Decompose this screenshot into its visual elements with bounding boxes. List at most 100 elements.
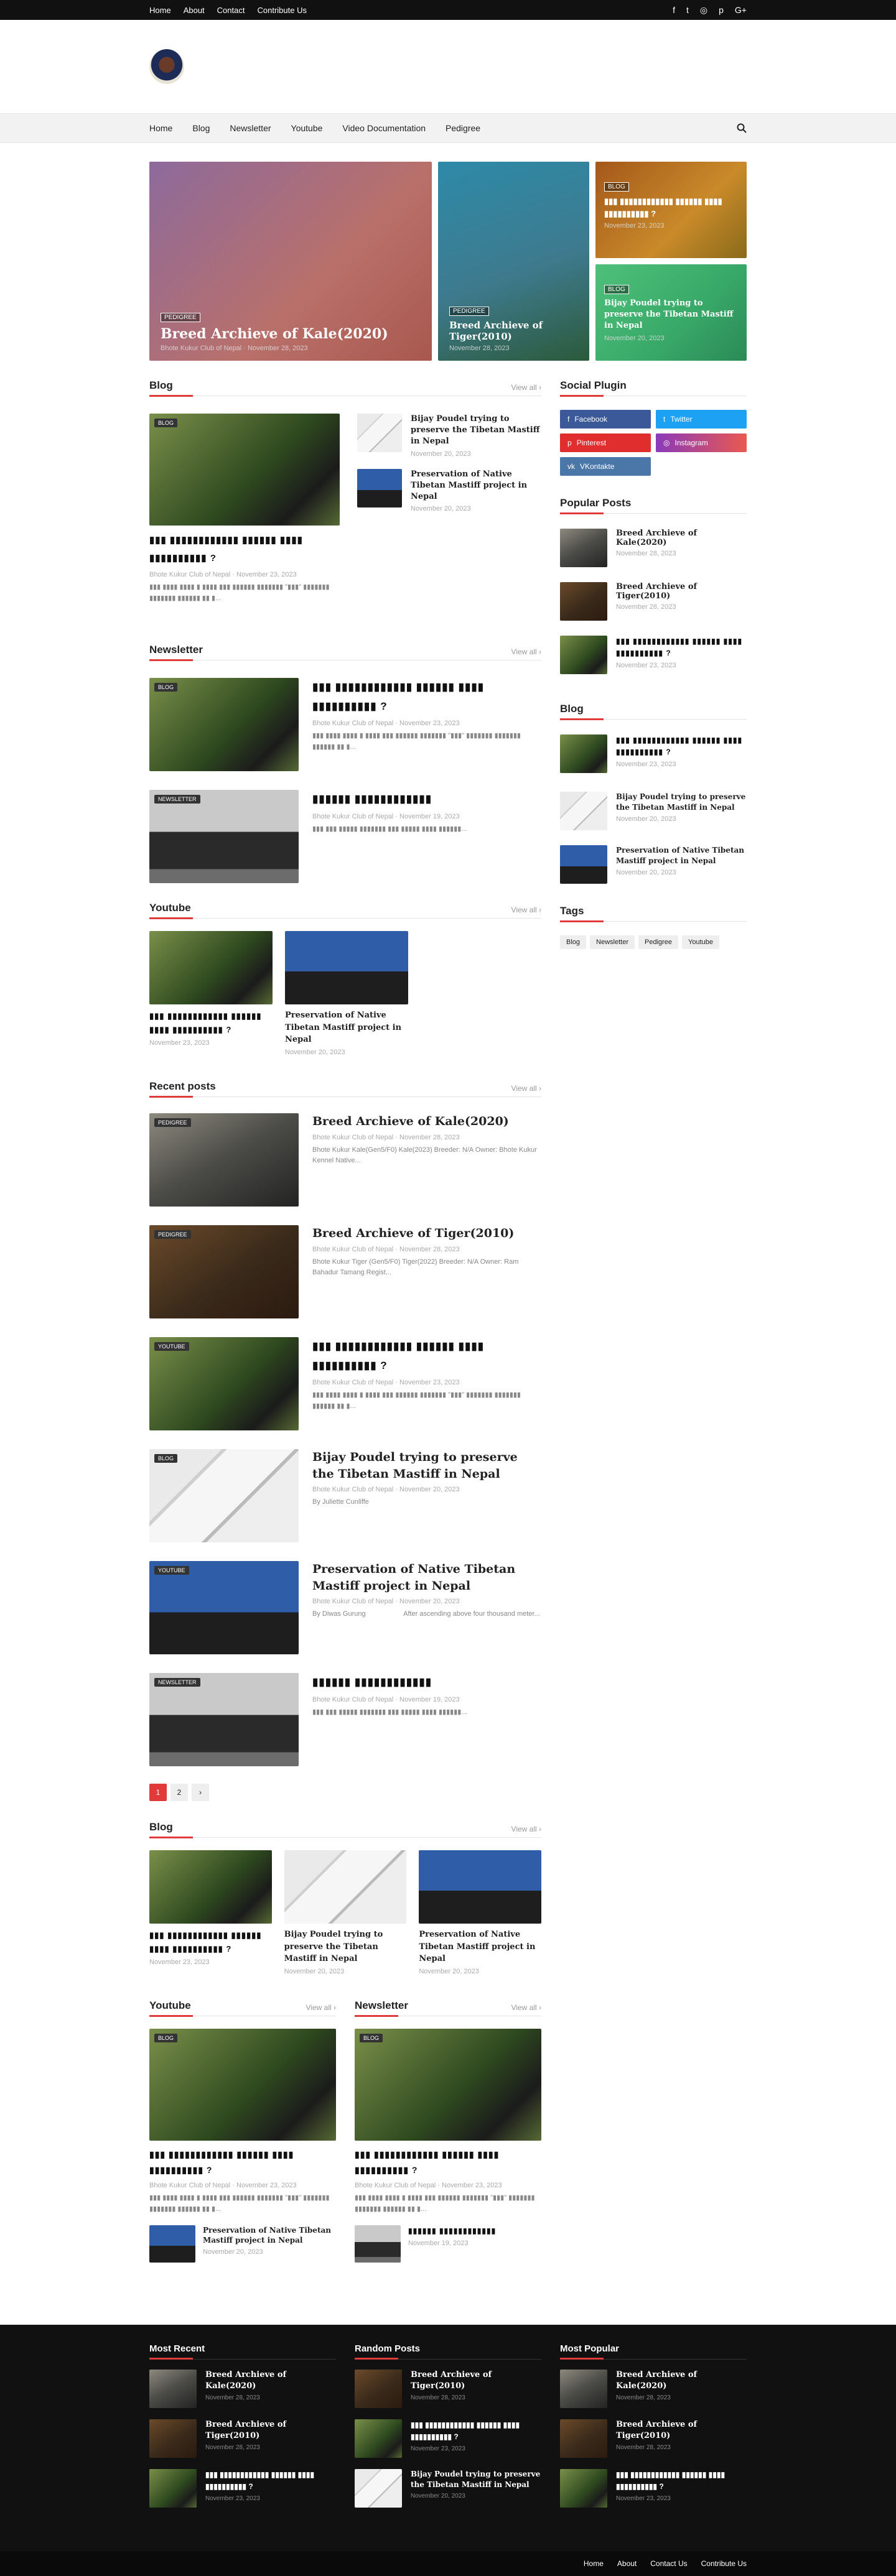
post-title[interactable]: ▮▮▮ ▮▮▮▮▮▮▮▮▮▮▮▮ ▮▮▮▮▮▮ ▮▮▮▮ ▮▮▮▮▮▮▮▮▮▮ … (149, 532, 340, 567)
featured-post-1[interactable]: PEDIGREE Breed Archieve of Kale(2020) Bh… (149, 162, 432, 361)
small-post[interactable]: Preservation of Native Tibetan Mastiff p… (149, 2225, 336, 2263)
nav-newsletter[interactable]: Newsletter (230, 123, 271, 133)
list-item[interactable]: PEDIGREE Breed Archieve of Tiger(2010) Bh… (149, 1225, 541, 1318)
list-item[interactable]: ▮▮▮ ▮▮▮▮▮▮▮▮▮▮▮▮ ▮▮▮▮▮▮ ▮▮▮▮ ▮▮▮▮▮▮▮▮▮▮ … (355, 2419, 541, 2458)
list-item[interactable]: BLOG Bijay Poudel trying to preserve the… (149, 1449, 541, 1542)
post-thumbnail[interactable] (560, 2419, 607, 2458)
list-item[interactable]: YOUTUBE Preservation of Native Tibetan M… (149, 1561, 541, 1654)
post-title[interactable]: ▮▮▮ ▮▮▮▮▮▮▮▮▮▮▮▮ ▮▮▮▮▮▮ ▮▮▮▮ ▮▮▮▮▮▮▮▮▮▮ … (149, 1929, 272, 1956)
post-thumbnail[interactable]: YOUTUBE (149, 1561, 299, 1654)
post-title[interactable]: Preservation of Native Tibetan Mastiff p… (419, 1929, 541, 1965)
post-title[interactable]: Breed Archieve of Kale(2020) (616, 2370, 747, 2392)
grid-item[interactable]: Preservation of Native Tibetan Mastiff p… (419, 1850, 542, 1999)
post-title[interactable]: ▮▮▮▮▮▮ ▮▮▮▮▮▮▮▮▮▮▮▮ (312, 790, 467, 809)
post-thumbnail[interactable]: BLOG (149, 414, 340, 526)
post-thumbnail[interactable] (149, 2225, 195, 2263)
post-thumbnail[interactable] (285, 931, 408, 1004)
post-title[interactable]: Breed Archieve of Tiger(2010) (205, 2419, 336, 2442)
post-title[interactable]: ▮▮▮ ▮▮▮▮▮▮▮▮▮▮▮▮ ▮▮▮▮▮▮ ▮▮▮▮ ▮▮▮▮▮▮▮▮▮▮ … (149, 1009, 273, 1037)
list-item[interactable]: BLOG ▮▮▮ ▮▮▮▮▮▮▮▮▮▮▮▮ ▮▮▮▮▮▮ ▮▮▮▮ ▮▮▮▮▮▮… (149, 678, 541, 771)
post-title[interactable]: ▮▮▮ ▮▮▮▮▮▮▮▮▮▮▮▮ ▮▮▮▮▮▮ ▮▮▮▮ ▮▮▮▮▮▮▮▮▮▮ … (616, 2469, 747, 2493)
view-all-link[interactable]: View all › (511, 2003, 541, 2012)
blog-side-post[interactable]: Preservation of Native Tibetan Mastiff p… (357, 468, 541, 512)
post-thumbnail[interactable] (149, 2469, 197, 2508)
post-thumbnail[interactable] (355, 2225, 401, 2263)
footer-link-contact[interactable]: Contact Us (650, 2559, 687, 2568)
post-title[interactable]: Breed Archieve of Tiger(2010) (616, 2419, 747, 2442)
list-item[interactable]: Breed Archieve of Tiger(2010) November 28… (560, 582, 747, 624)
pinterest-icon[interactable]: p (719, 5, 724, 16)
post-thumbnail[interactable]: PEDIGREE (149, 1225, 299, 1318)
nav-home[interactable]: Home (149, 123, 172, 133)
twitter-icon[interactable]: t (686, 5, 689, 16)
post-thumbnail[interactable]: BLOG (149, 678, 299, 771)
post-thumbnail[interactable] (149, 1850, 272, 1924)
grid-item[interactable]: Bijay Poudel trying to preserve the Tibe… (284, 1850, 407, 1999)
top-link-contribute[interactable]: Contribute Us (257, 6, 306, 15)
post-title[interactable]: ▮▮▮ ▮▮▮▮▮▮▮▮▮▮▮▮ ▮▮▮▮▮▮ ▮▮▮▮ ▮▮▮▮▮▮▮▮▮▮ … (616, 734, 747, 758)
footer-link-home[interactable]: Home (584, 2559, 604, 2568)
grid-item[interactable]: ▮▮▮ ▮▮▮▮▮▮▮▮▮▮▮▮ ▮▮▮▮▮▮ ▮▮▮▮ ▮▮▮▮▮▮▮▮▮▮ … (149, 931, 273, 1080)
post-title[interactable]: Bijay Poudel trying to preserve the Tibe… (411, 414, 541, 448)
post-title[interactable]: Breed Archieve of Kale(2020) (205, 2370, 336, 2392)
list-item[interactable]: Breed Archieve of Kale(2020) November 28,… (149, 2370, 336, 2408)
post-thumbnail[interactable] (357, 414, 402, 452)
view-all-link[interactable]: View all › (511, 906, 541, 914)
post-title[interactable]: Breed Archieve of Tiger(2010) (616, 582, 747, 601)
post-title[interactable]: Bijay Poudel trying to preserve the Tibe… (312, 1449, 541, 1482)
post-title[interactable]: Preservation of Native Tibetan Mastiff p… (203, 2225, 336, 2246)
post-title[interactable]: ▮▮▮ ▮▮▮▮▮▮▮▮▮▮▮▮ ▮▮▮▮▮▮ ▮▮▮▮ ▮▮▮▮▮▮▮▮▮▮ … (205, 2469, 336, 2493)
nav-youtube[interactable]: Youtube (291, 123, 323, 133)
next-page-button[interactable]: › (192, 1784, 209, 1801)
post-title[interactable]: ▮▮▮ ▮▮▮▮▮▮▮▮▮▮▮▮ ▮▮▮▮▮▮ ▮▮▮▮ ▮▮▮▮▮▮▮▮▮▮ … (411, 2419, 541, 2443)
list-item[interactable]: Breed Archieve of Tiger(2010) November 28… (560, 2419, 747, 2458)
post-title[interactable]: Breed Archieve of Tiger(2010) (411, 2370, 541, 2392)
featured-post-2[interactable]: PEDIGREE Breed Archieve of Tiger(2010) N… (438, 162, 589, 361)
post-title[interactable]: Bijay Poudel trying to preserve the Tibe… (616, 792, 747, 813)
post-thumbnail[interactable]: NEWSLETTER (149, 790, 299, 883)
post-thumbnail[interactable]: NEWSLETTER (149, 1673, 299, 1766)
footer-link-contribute[interactable]: Contribute Us (701, 2559, 747, 2568)
featured-title[interactable]: Breed Archieve of Tiger(2010) (449, 320, 579, 342)
tag-blog[interactable]: Blog (560, 935, 587, 949)
list-item[interactable]: Breed Archieve of Kale(2020) November 28,… (560, 2370, 747, 2408)
page-1[interactable]: 1 (149, 1784, 167, 1801)
post-title[interactable]: ▮▮▮▮▮▮ ▮▮▮▮▮▮▮▮▮▮▮▮ (312, 1673, 467, 1692)
post-thumbnail[interactable] (560, 845, 607, 884)
post-title[interactable]: Breed Archieve of Kale(2020) (312, 1113, 541, 1130)
nav-blog[interactable]: Blog (192, 123, 210, 133)
post-title[interactable]: Breed Archieve of Kale(2020) (616, 529, 747, 547)
view-all-link[interactable]: View all › (511, 1084, 541, 1093)
list-item[interactable]: Breed Archieve of Tiger(2010) November 28… (355, 2370, 541, 2408)
search-icon[interactable] (737, 123, 747, 133)
pinterest-button[interactable]: p Pinterest (560, 433, 651, 452)
featured-title[interactable]: Bijay Poudel trying to preserve the Tibe… (604, 298, 739, 332)
post-thumbnail[interactable] (284, 1850, 407, 1924)
post-thumbnail[interactable]: BLOG (149, 2029, 336, 2141)
featured-title[interactable]: Breed Archieve of Kale(2020) (161, 326, 422, 342)
post-thumbnail[interactable] (355, 2370, 402, 2408)
post-title[interactable]: ▮▮▮ ▮▮▮▮▮▮▮▮▮▮▮▮ ▮▮▮▮▮▮ ▮▮▮▮ ▮▮▮▮▮▮▮▮▮▮ … (355, 2147, 541, 2178)
list-item[interactable]: ▮▮▮ ▮▮▮▮▮▮▮▮▮▮▮▮ ▮▮▮▮▮▮ ▮▮▮▮ ▮▮▮▮▮▮▮▮▮▮ … (560, 734, 747, 781)
list-item[interactable]: ▮▮▮ ▮▮▮▮▮▮▮▮▮▮▮▮ ▮▮▮▮▮▮ ▮▮▮▮ ▮▮▮▮▮▮▮▮▮▮ … (560, 2469, 747, 2508)
post-title[interactable]: Preservation of Native Tibetan Mastiff p… (616, 845, 747, 866)
post-thumbnail[interactable] (560, 2469, 607, 2508)
list-item[interactable]: ▮▮▮ ▮▮▮▮▮▮▮▮▮▮▮▮ ▮▮▮▮▮▮ ▮▮▮▮ ▮▮▮▮▮▮▮▮▮▮ … (149, 2469, 336, 2508)
view-all-link[interactable]: View all › (511, 647, 541, 656)
view-all-link[interactable]: View all › (306, 2003, 336, 2012)
list-item[interactable]: Breed Archieve of Kale(2020) November 28,… (560, 529, 747, 571)
vkontakte-button[interactable]: vk VKontakte (560, 457, 651, 476)
facebook-button[interactable]: f Facebook (560, 410, 651, 429)
post-thumbnail[interactable] (149, 2419, 197, 2458)
post-title[interactable]: Preservation of Native Tibetan Mastiff p… (285, 1009, 408, 1046)
google-plus-icon[interactable]: G+ (735, 5, 747, 16)
tag-pedigree[interactable]: Pedigree (638, 935, 679, 949)
view-all-link[interactable]: View all › (511, 1825, 541, 1833)
post-thumbnail[interactable] (149, 931, 273, 1004)
top-link-contact[interactable]: Contact (217, 6, 245, 15)
post-title[interactable]: Preservation of Native Tibetan Mastiff p… (312, 1561, 541, 1594)
facebook-icon[interactable]: f (673, 5, 675, 16)
post-title[interactable]: ▮▮▮ ▮▮▮▮▮▮▮▮▮▮▮▮ ▮▮▮▮▮▮ ▮▮▮▮ ▮▮▮▮▮▮▮▮▮▮ … (312, 678, 541, 716)
list-item[interactable]: Bijay Poudel trying to preserve the Tibe… (355, 2469, 541, 2508)
small-post[interactable]: ▮▮▮▮▮▮ ▮▮▮▮▮▮▮▮▮▮▮▮ November 19, 2023 (355, 2225, 541, 2263)
